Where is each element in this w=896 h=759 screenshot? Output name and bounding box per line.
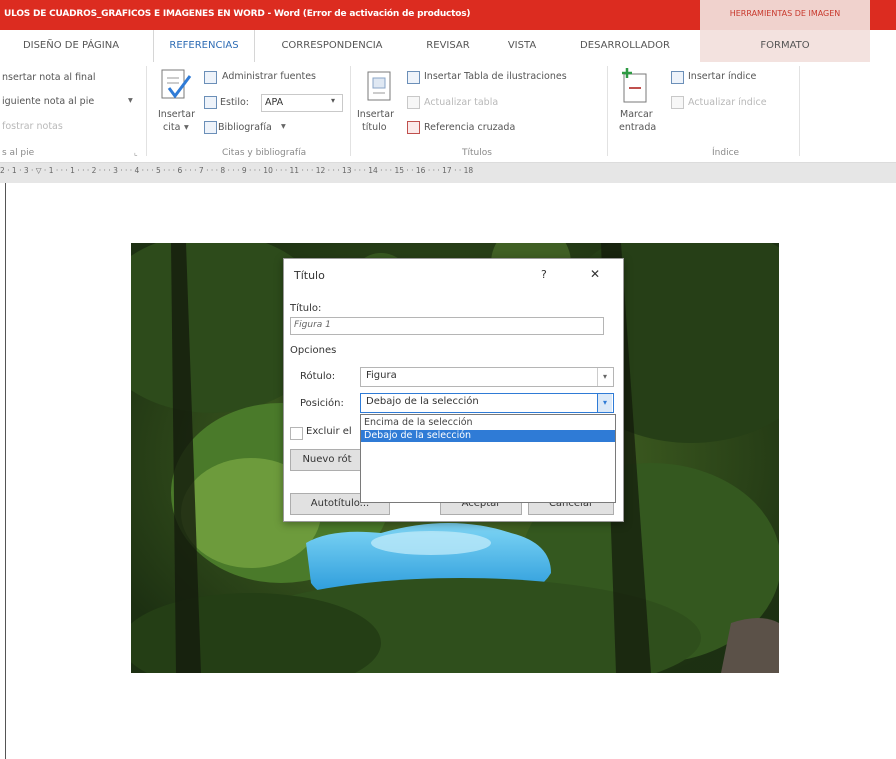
group-divider	[607, 66, 608, 156]
insert-citation-label-2[interactable]: cita	[163, 122, 180, 133]
update-index-button[interactable]: Actualizar índice	[688, 97, 767, 108]
group-divider	[350, 66, 351, 156]
caption-label-text: Título:	[290, 303, 322, 314]
exclude-label-text: Excluir el	[306, 426, 352, 437]
footnotes-group-label: s al pie	[2, 148, 35, 158]
chevron-down-icon[interactable]: ▾	[597, 368, 612, 386]
captions-group-label: Títulos	[462, 148, 492, 158]
caption-text-field[interactable]	[290, 317, 604, 335]
bibliography-dropdown-icon[interactable]: ▾	[281, 121, 286, 132]
label-label: Rótulo:	[300, 371, 336, 382]
page-edge	[5, 183, 6, 759]
tab-references[interactable]: REFERENCIAS	[153, 30, 255, 63]
style-icon	[204, 96, 217, 109]
index-group-label: Índice	[712, 148, 740, 158]
group-divider	[799, 66, 800, 156]
tab-format[interactable]: FORMATO	[700, 30, 870, 62]
table-of-figures-icon	[407, 71, 420, 84]
label-select-value: Figura	[366, 370, 397, 381]
position-option-above[interactable]: Encima de la selección	[361, 417, 615, 429]
update-table-button[interactable]: Actualizar tabla	[424, 97, 498, 108]
new-label-button[interactable]: Nuevo rót	[290, 449, 364, 471]
insert-index-button[interactable]: Insertar índice	[688, 71, 756, 82]
tab-page-design[interactable]: DISEÑO DE PÁGINA	[12, 30, 130, 62]
style-label: Estilo:	[220, 97, 249, 108]
insert-citation-icon[interactable]	[159, 68, 193, 104]
insert-caption-label-2[interactable]: título	[362, 122, 387, 133]
position-option-below[interactable]: Debajo de la selección	[361, 430, 615, 442]
insert-endnote-button[interactable]: nsertar nota al final	[2, 72, 96, 83]
update-table-icon	[407, 96, 420, 109]
contextual-group-title: HERRAMIENTAS DE IMAGEN	[729, 9, 841, 18]
mark-entry-label-2[interactable]: entrada	[619, 122, 656, 133]
insert-caption-icon[interactable]	[365, 70, 393, 104]
caption-text-value: Figura 1	[294, 320, 331, 330]
tab-developer[interactable]: DESARROLLADOR	[566, 30, 684, 62]
help-icon[interactable]: ?	[541, 268, 547, 281]
options-heading: Opciones	[290, 345, 337, 356]
tab-review[interactable]: REVISAR	[418, 30, 478, 62]
cross-reference-button[interactable]: Referencia cruzada	[424, 122, 515, 133]
insert-table-of-figures-button[interactable]: Insertar Tabla de ilustraciones	[424, 71, 567, 82]
dialog-launcher-icon[interactable]: ⌞	[134, 148, 138, 157]
show-notes-button[interactable]: fostrar notas	[2, 121, 63, 132]
tab-mailings[interactable]: CORRESPONDENCIA	[268, 30, 396, 62]
insert-citation-label[interactable]: Insertar	[158, 109, 195, 120]
next-footnote-button[interactable]: iguiente nota al pie	[2, 96, 94, 107]
dialog-title: Título	[294, 269, 325, 282]
exclude-label-checkbox[interactable]	[290, 427, 303, 440]
manage-sources-icon	[204, 71, 217, 84]
bibliography-icon	[204, 121, 217, 134]
manage-sources-button[interactable]: Administrar fuentes	[222, 71, 316, 82]
caption-label: Título:	[290, 303, 321, 314]
ribbon-references: nsertar nota al final iguiente nota al p…	[0, 62, 896, 163]
next-footnote-dropdown-icon[interactable]: ▾	[128, 95, 133, 106]
cross-reference-icon	[407, 121, 420, 134]
group-divider	[146, 66, 147, 156]
position-dropdown-list: Encima de la selección Debajo de la sele…	[360, 414, 616, 503]
update-index-icon	[671, 96, 684, 109]
close-icon[interactable]: ✕	[590, 267, 600, 281]
tab-view[interactable]: VISTA	[498, 30, 546, 62]
citations-group-label: Citas y bibliografía	[222, 148, 307, 158]
window-title: ULOS DE CUADROS_GRAFICOS E IMAGENES EN W…	[4, 9, 471, 19]
chevron-down-icon[interactable]: ▾	[184, 122, 189, 133]
ruler-ticks: 2 · 1 · 3 · ▽ · 1 · · · 1 · · · 2 · · · …	[0, 166, 474, 175]
label-select[interactable]	[360, 367, 614, 387]
mark-entry-label[interactable]: Marcar	[620, 109, 653, 120]
bibliography-button[interactable]: Bibliografía	[218, 122, 272, 133]
insert-caption-label[interactable]: Insertar	[357, 109, 394, 120]
position-label: Posición:	[300, 398, 344, 409]
mark-entry-icon[interactable]	[620, 66, 650, 104]
chevron-down-icon[interactable]: ▾	[331, 96, 335, 105]
citation-style-value: APA	[265, 97, 284, 108]
position-select-value: Debajo de la selección	[366, 396, 479, 407]
chevron-down-icon[interactable]: ▾	[597, 394, 612, 412]
insert-index-icon	[671, 71, 684, 84]
ribbon-tabs: DISEÑO DE PÁGINA REFERENCIAS CORRESPONDE…	[0, 30, 896, 63]
